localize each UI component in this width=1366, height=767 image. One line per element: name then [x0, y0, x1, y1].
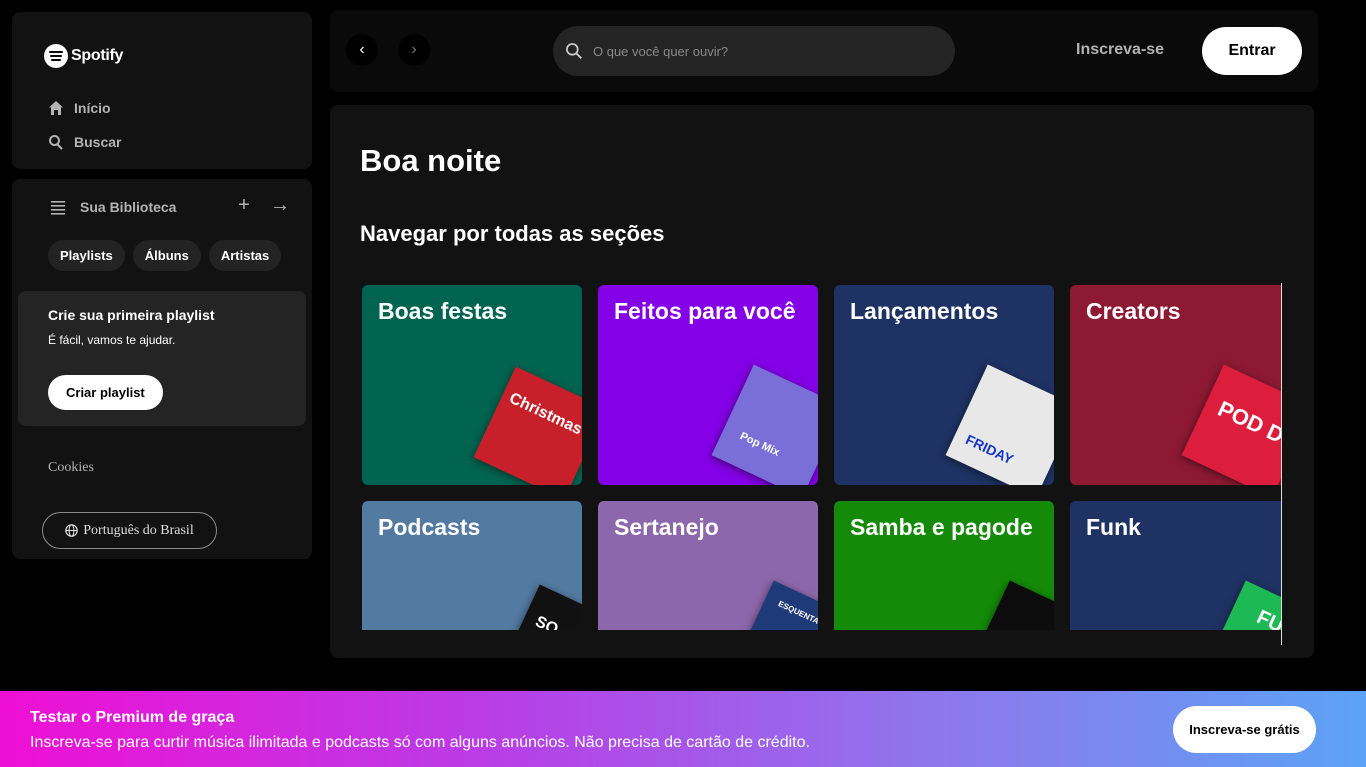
globe-icon [65, 524, 79, 537]
create-playlist-title: Crie sua primeira playlist [48, 307, 215, 323]
genre-card-cover-text: POD DELAS [1214, 395, 1281, 473]
brand-name: Spotify [71, 47, 124, 64]
home-icon [49, 101, 63, 115]
library-filter-chips: Playlists Álbuns Artistas [48, 240, 282, 271]
genre-card-title: Creators [1086, 298, 1181, 324]
genre-card-cover-image: Christmas Hits [473, 366, 582, 485]
genre-card-funk[interactable]: Funk FUNK [1070, 501, 1281, 630]
back-button[interactable]: ‹ [346, 34, 378, 66]
top-bar: ‹ › Inscreva-se Entrar [330, 10, 1318, 92]
banner-subtitle: Inscreva-se para curtir música ilimitada… [30, 734, 810, 751]
main-content: Boa noite Navegar por todas as seções Bo… [330, 105, 1314, 658]
banner-title: Testar o Premium de graça [30, 709, 235, 726]
search-bar [553, 26, 955, 76]
genre-card-lancamentos[interactable]: Lançamentos FRIDAY [834, 285, 1054, 485]
genre-card-cover-image: POD DELAS [1181, 364, 1281, 485]
library-header[interactable]: Sua Biblioteca [50, 199, 176, 215]
spotify-logo-icon [44, 44, 68, 68]
genre-grid: Boas festas Christmas Hits Feitos para vo… [360, 283, 1281, 630]
search-icon [566, 43, 582, 59]
chip-artists[interactable]: Artistas [208, 240, 282, 271]
library-actions: + → [232, 193, 292, 217]
chevron-right-icon: › [411, 41, 417, 58]
genre-card-cover-image: Pop Mix [711, 364, 818, 485]
genre-card-cover-text: FUNK [1253, 606, 1281, 630]
chevron-left-icon: ‹ [359, 41, 365, 58]
chip-albums[interactable]: Álbuns [132, 240, 201, 271]
genre-card-cover-image: FUNK [1203, 580, 1281, 630]
chip-playlists[interactable]: Playlists [48, 240, 125, 271]
login-button[interactable]: Entrar [1202, 27, 1302, 75]
genre-card-podcasts[interactable]: Podcasts SO [362, 501, 582, 630]
cookies-link[interactable]: Cookies [48, 460, 94, 476]
section-title: Navegar por todas as seções [360, 221, 665, 246]
library-panel: Sua Biblioteca + → Playlists Álbuns Arti… [12, 179, 312, 559]
genre-card-feitos-para-voce[interactable]: Feitos para você Pop Mix [598, 285, 818, 485]
premium-banner[interactable]: Testar o Premium de graça Inscreva-se pa… [0, 691, 1366, 767]
signup-free-button[interactable]: Inscreva-se grátis [1173, 706, 1316, 753]
genre-card-title: Sertanejo [614, 514, 719, 540]
nav-search[interactable]: Buscar [48, 134, 121, 150]
language-label: Português do Brasil [83, 522, 194, 538]
genre-card-title: Funk [1086, 514, 1141, 540]
genre-card-cover-image: FRIDAY [945, 364, 1054, 485]
genre-card-title: Podcasts [378, 514, 481, 540]
language-button[interactable]: Português do Brasil [42, 512, 217, 549]
genre-card-samba-e-pagode[interactable]: Samba e pagode [834, 501, 1054, 630]
genre-card-cover-image: ESQUENTA SERTANEJO [731, 580, 818, 630]
genre-card-cover-text: FRIDAY [963, 431, 1017, 468]
genre-card-cover-image [967, 580, 1054, 630]
genre-card-creators[interactable]: Creators POD DELAS [1070, 285, 1281, 485]
genre-card-title: Feitos para você [614, 298, 796, 324]
arrow-right-icon[interactable]: → [268, 193, 292, 217]
signup-link[interactable]: Inscreva-se [1076, 41, 1164, 59]
create-playlist-button[interactable]: Criar playlist [48, 375, 163, 410]
library-title: Sua Biblioteca [80, 199, 177, 215]
genre-card-title: Lançamentos [850, 298, 999, 324]
nav-home[interactable]: Início [48, 100, 111, 116]
nav-home-label: Início [74, 100, 111, 116]
genre-card-title: Samba e pagode [850, 514, 1033, 540]
search-input[interactable] [593, 43, 913, 59]
genre-card-title: Boas festas [378, 298, 508, 324]
genre-card-cover-text: Pop Mix [738, 430, 782, 459]
genre-card-cover-image: SO [497, 584, 582, 630]
genre-card-cover-text: Christmas Hits [506, 389, 582, 453]
genre-card-cover-text: ESQUENTA SERTANEJO [776, 599, 818, 630]
search-icon [49, 135, 63, 150]
nav-search-label: Buscar [74, 134, 122, 150]
spotify-logo[interactable]: Spotify [44, 44, 123, 68]
library-icon [51, 201, 65, 215]
genre-card-cover-text: SO [532, 613, 561, 630]
genre-card-boas-festas[interactable]: Boas festas Christmas Hits [362, 285, 582, 485]
sidebar-nav-panel: Spotify Início Buscar [12, 12, 312, 169]
forward-button[interactable]: › [398, 34, 430, 66]
plus-icon[interactable]: + [232, 193, 256, 217]
scrollbar[interactable] [1281, 283, 1282, 645]
create-playlist-subtitle: É fácil, vamos te ajudar. [48, 333, 176, 347]
page-title: Boa noite [360, 143, 502, 178]
genre-card-sertanejo[interactable]: Sertanejo ESQUENTA SERTANEJO [598, 501, 818, 630]
create-playlist-card: Crie sua primeira playlist É fácil, vamo… [18, 291, 306, 426]
